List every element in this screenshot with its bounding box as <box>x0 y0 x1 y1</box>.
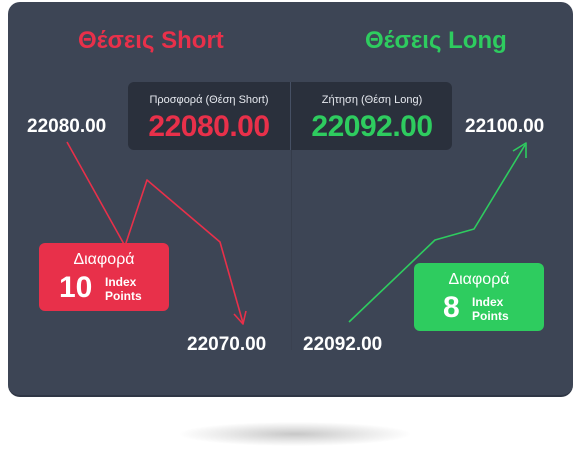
short-entry-price: 22080.00 <box>27 116 107 137</box>
short-unit-line2: Points <box>105 289 142 303</box>
short-difference-badge: Διαφορά 10 Index Points <box>39 243 169 311</box>
short-difference-value: 10 <box>59 271 93 304</box>
short-difference-unit: Index Points <box>105 275 142 303</box>
short-exit-price: 22070.00 <box>187 334 267 355</box>
long-unit-line1: Index <box>472 295 504 309</box>
long-entry-price: 22092.00 <box>303 334 383 355</box>
long-difference-unit: Index Points <box>472 295 509 323</box>
short-unit-line1: Index <box>105 275 137 289</box>
long-difference-value: 8 <box>443 291 460 324</box>
long-exit-price: 22100.00 <box>465 116 545 137</box>
long-unit-line2: Points <box>472 309 509 323</box>
short-difference-title: Διαφορά <box>73 251 135 268</box>
price-path-lines <box>66 141 527 325</box>
long-difference-title: Διαφορά <box>448 271 510 288</box>
long-difference-badge: Διαφορά 8 Index Points <box>414 263 544 331</box>
